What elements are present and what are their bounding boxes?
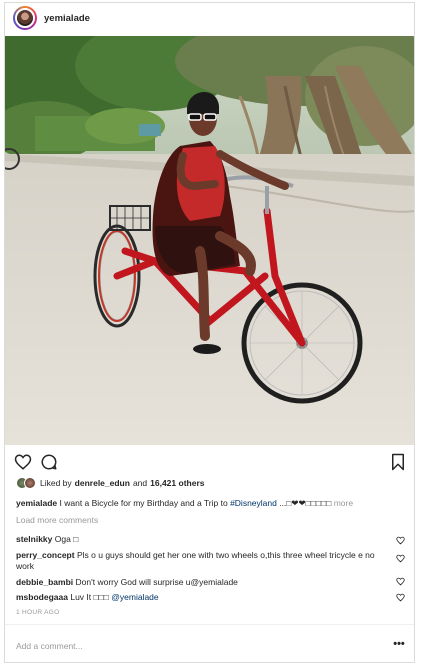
caption-more-link[interactable]: more	[334, 498, 353, 508]
heart-outline-icon[interactable]	[14, 453, 32, 471]
caption-trail: ...□❤❤□□□□□	[276, 498, 332, 508]
caption-hashtag[interactable]: #Disneyland	[230, 498, 277, 508]
comment-text: Don't worry God will surprise u@yemialad…	[75, 577, 238, 587]
heart-outline-icon[interactable]	[396, 593, 405, 602]
post-card: yemialade Liked by denrele_edun and 16,4…	[4, 2, 415, 663]
likes-prefix: Liked by	[40, 478, 72, 488]
comment-item: perry_concept Pls o u guys should get he…	[16, 550, 394, 572]
comment-text: Luv It □□□	[70, 592, 112, 602]
photo-illustration	[5, 36, 414, 445]
comment-username[interactable]: msbodegaaa	[16, 592, 68, 602]
avatar[interactable]	[13, 6, 37, 30]
comment-text: Oga □	[54, 534, 79, 544]
comment-item: stelnikky Oga □	[16, 534, 394, 545]
profile-avatar-image	[15, 8, 35, 28]
heart-outline-icon[interactable]	[396, 554, 405, 563]
more-options-button[interactable]: •••	[391, 639, 407, 653]
caption-text: I want a Bicycle for my Birthday and a T…	[59, 498, 228, 508]
speech-bubble-icon[interactable]	[40, 453, 58, 471]
bookmark-icon[interactable]	[389, 453, 407, 471]
heart-outline-icon[interactable]	[396, 577, 405, 586]
caption-username[interactable]: yemialade	[16, 498, 57, 508]
post-photo[interactable]	[5, 36, 414, 445]
likes-others-link[interactable]: 16,421 others	[150, 478, 204, 488]
post-actions-bar	[14, 453, 407, 473]
post-username[interactable]: yemialade	[44, 13, 90, 24]
likes-connector: and	[132, 478, 148, 488]
post-timestamp[interactable]: 1 HOUR AGO	[16, 609, 59, 616]
comment-mention[interactable]: @yemialade	[111, 592, 158, 602]
load-more-comments-button[interactable]: Load more comments	[16, 515, 98, 525]
divider	[5, 624, 414, 625]
heart-outline-icon[interactable]	[396, 536, 405, 545]
comment-item: msbodegaaa Luv It □□□ @yemialade	[16, 592, 394, 603]
comment-item: debbie_bambi Don't worry God will surpri…	[16, 577, 394, 588]
post-header: yemialade	[5, 3, 414, 33]
likes-summary: Liked by denrele_edun and 16,421 others	[16, 476, 204, 490]
comment-username[interactable]: debbie_bambi	[16, 577, 73, 587]
post-caption: yemialade I want a Bicycle for my Birthd…	[16, 497, 406, 509]
add-comment-input[interactable]	[16, 639, 376, 653]
liker-username[interactable]: denrele_edun	[75, 478, 130, 488]
liker-avatar	[24, 477, 36, 489]
comment-username[interactable]: perry_concept	[16, 550, 75, 560]
comment-username[interactable]: stelnikky	[16, 534, 52, 544]
